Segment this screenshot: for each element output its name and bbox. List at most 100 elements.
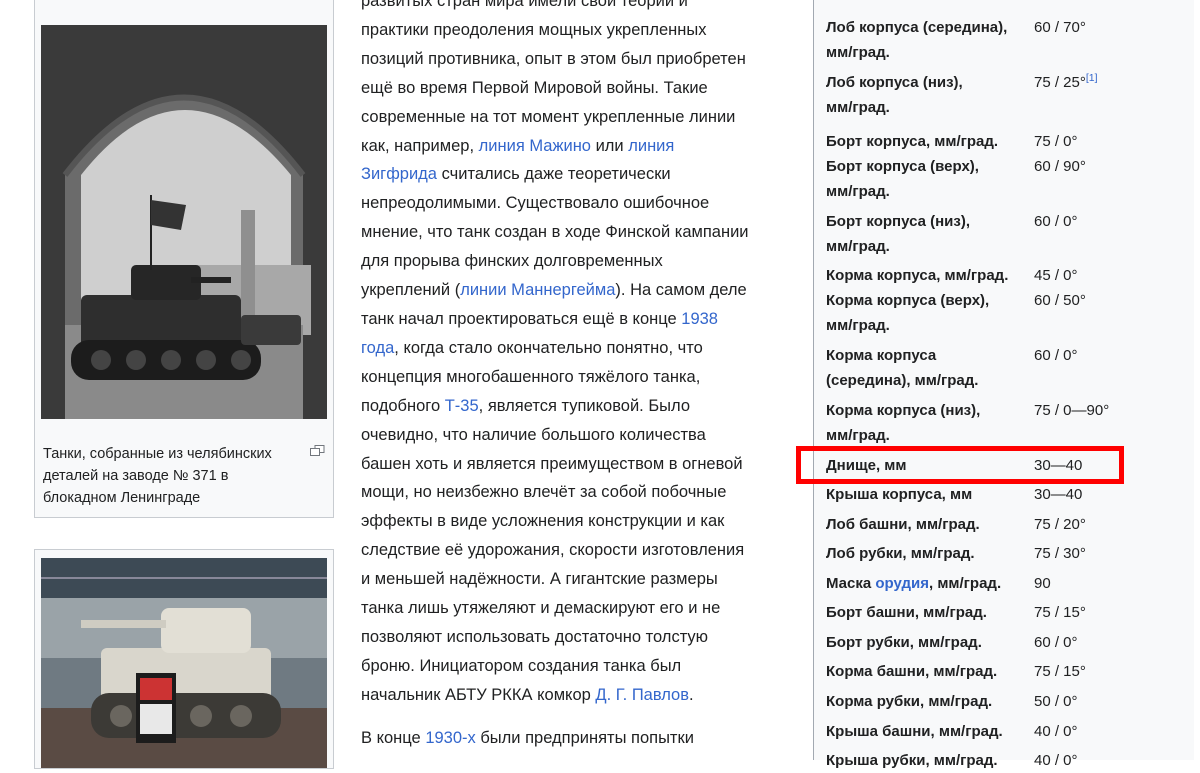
infobox-label: Борт корпуса (низ), мм/град. <box>826 209 1031 259</box>
infobox-value: 75 / 15° <box>1034 659 1086 684</box>
infobox-value-text: 40 / 0° <box>1034 752 1078 769</box>
article-text: подобного <box>361 396 445 415</box>
infobox-value-text: 75 / 20° <box>1034 516 1086 533</box>
infobox-value: 40 / 0° <box>1034 748 1078 773</box>
infobox-value: 50 / 0° <box>1034 689 1078 714</box>
infobox-value-text: 60 / 70° <box>1034 19 1086 36</box>
infobox-label-text: Крыша рубки, мм/град. <box>826 752 998 769</box>
article-text: позволяют использовать достаточно толсту… <box>361 627 709 646</box>
infobox-label: Лоб корпуса (середина), мм/град. <box>826 15 1031 65</box>
infobox-value: 90 <box>1034 571 1051 596</box>
infobox-value-text: 60 / 0° <box>1034 634 1078 651</box>
infobox-value-text: 30—40 <box>1034 486 1083 503</box>
infobox-label-text: , мм/град. <box>928 575 1002 592</box>
infobox-label: Лоб рубки, мм/град. <box>826 541 1031 566</box>
thumbnail-caption: Танки, собранные из челябинских деталей … <box>43 446 272 506</box>
infobox-label-text: Борт корпуса (верх), <box>826 158 979 175</box>
infobox-label-text: мм/град. <box>826 427 890 444</box>
infobox-link[interactable]: орудия <box>875 575 929 592</box>
article-link[interactable]: Зигфрида <box>361 165 437 183</box>
infobox-label-text: Корма башни, мм/град. <box>826 663 998 680</box>
infobox-value-text: 75 / 0—90° <box>1034 402 1110 419</box>
article-text: практики преодоления мощных укрепленных <box>361 20 707 39</box>
infobox-label: Корма корпуса (середина), мм/град. <box>826 343 1031 393</box>
infobox-value: 75 / 0° <box>1034 129 1078 154</box>
highlight-box <box>796 446 1124 484</box>
article-paragraph: В конце 1930-х были предприняты попытки <box>361 724 801 753</box>
article-text: развитых стран мира имели свои теории и <box>361 0 688 10</box>
image-thumbnail-arch: Танки, собранные из челябинских деталей … <box>34 0 334 518</box>
infobox-value: 30—40 <box>1034 482 1082 507</box>
infobox-label-text: Крыша корпуса, мм <box>826 486 973 503</box>
infobox-label-text: Борт башни, мм/град. <box>826 604 987 621</box>
infobox-label-text: Лоб башни, мм/град. <box>826 516 980 533</box>
infobox-label: Крыша рубки, мм/град. <box>826 748 1031 773</box>
infobox-value: 75 / 30° <box>1034 541 1086 566</box>
infobox-value: 75 / 15° <box>1034 600 1086 625</box>
article-paragraph: развитых стран мира имели свои теории и п… <box>361 0 801 710</box>
article-link[interactable]: Д. Г. Павлов <box>595 686 689 704</box>
article-link[interactable]: Т-35 <box>445 397 479 415</box>
infobox-value: 60 / 0° <box>1034 343 1078 368</box>
infobox-value-text: 60 / 0° <box>1034 213 1078 230</box>
article-text: , когда стало окончательно понятно, что <box>394 338 703 357</box>
infobox-label-text: Корма корпуса (низ), <box>826 402 981 419</box>
article-link[interactable]: года <box>361 339 394 357</box>
article-text: непреодолимыми. Существовало ошибочное <box>361 194 710 213</box>
infobox-label: Борт корпуса, мм/град. <box>826 129 1031 154</box>
article-link[interactable]: линии Маннергейма <box>460 281 615 299</box>
infobox-label-text: Борт корпуса, мм/град. <box>826 133 999 150</box>
article-text: для прорыва финских долговременных <box>361 252 663 271</box>
infobox-label-text: Лоб корпуса (низ), <box>826 74 963 91</box>
magnify-icon[interactable] <box>310 445 325 456</box>
infobox-value-text: 45 / 0° <box>1034 267 1078 284</box>
article-link[interactable]: линия <box>628 137 674 155</box>
infobox-label-text: мм/град. <box>826 317 890 334</box>
infobox-value-text: 75 / 15° <box>1034 663 1086 680</box>
infobox-value-text: 90 <box>1034 575 1051 592</box>
infobox-label: Лоб корпуса (низ), мм/град. <box>826 70 1031 120</box>
infobox-value-text: 50 / 0° <box>1034 693 1078 710</box>
infobox-value-text: 75 / 0° <box>1034 133 1078 150</box>
article-text: как, например, <box>361 136 479 155</box>
infobox-label-text: Лоб рубки, мм/град. <box>826 545 975 562</box>
infobox-value: 45 / 0° <box>1034 263 1078 288</box>
reference-link[interactable]: [1] <box>1086 72 1098 84</box>
article-link[interactable]: 1938 <box>681 310 718 328</box>
article-text: ). На самом деле <box>615 281 747 300</box>
infobox-label-text: Крыша башни, мм/град. <box>826 723 1003 740</box>
infobox-label-text: мм/град. <box>826 183 890 200</box>
article-text: броню. Инициатором создания танка был <box>361 656 682 675</box>
article-text: ещё во время Первой Мировой войны. Такие <box>361 78 708 97</box>
infobox-label-text: Корма рубки, мм/град. <box>826 693 993 710</box>
infobox-value: 60 / 70° <box>1034 15 1086 40</box>
infobox-value-text: 75 / 25° <box>1034 74 1086 91</box>
infobox-value: 40 / 0° <box>1034 719 1078 744</box>
infobox-value: 60 / 50° <box>1034 288 1086 313</box>
article-text: мнение, что танк создан в ходе Финской к… <box>361 223 749 242</box>
article-text: и меньшей надёжности. А гигантские разме… <box>361 570 718 589</box>
infobox-label-text: Корма корпуса <box>826 347 937 364</box>
infobox-label: Лоб башни, мм/град. <box>826 512 1031 537</box>
article-text: очевидно, что наличие большого количеств… <box>361 425 706 444</box>
infobox-label: Борт корпуса (верх), мм/град. <box>826 154 1031 204</box>
article-text: или <box>590 136 629 155</box>
infobox-value-text: 60 / 50° <box>1034 292 1086 309</box>
article-body: развитых стран мира имели свои теории и п… <box>361 0 801 753</box>
article-text: мощи, но неизбежно влечёт за собой побоч… <box>361 483 727 502</box>
infobox-label: Корма корпуса, мм/град. <box>826 263 1031 288</box>
infobox-label-text: Борт рубки, мм/град. <box>826 634 982 651</box>
article-text: башен хоть и является преимуществом в ог… <box>361 454 743 473</box>
tanks-arch-photo[interactable] <box>41 25 327 419</box>
infobox-label-text: Борт корпуса (низ), <box>826 213 971 230</box>
infobox-label: Крыша башни, мм/град. <box>826 719 1031 744</box>
infobox-label: Корма башни, мм/град. <box>826 659 1031 684</box>
article-text: концепция многобашенного тяжёлого танка, <box>361 367 701 386</box>
article-text: современные на тот момент укрепленные ли… <box>361 107 736 126</box>
museum-tank-photo[interactable] <box>41 558 327 768</box>
infobox-value: 60 / 0° <box>1034 630 1078 655</box>
article-link[interactable]: линия Мажино <box>479 137 591 155</box>
infobox-label-text: Маска <box>826 575 876 592</box>
infobox-label: Корма корпуса (низ), мм/град. <box>826 398 1031 448</box>
infobox-label: Крыша корпуса, мм <box>826 482 1031 507</box>
